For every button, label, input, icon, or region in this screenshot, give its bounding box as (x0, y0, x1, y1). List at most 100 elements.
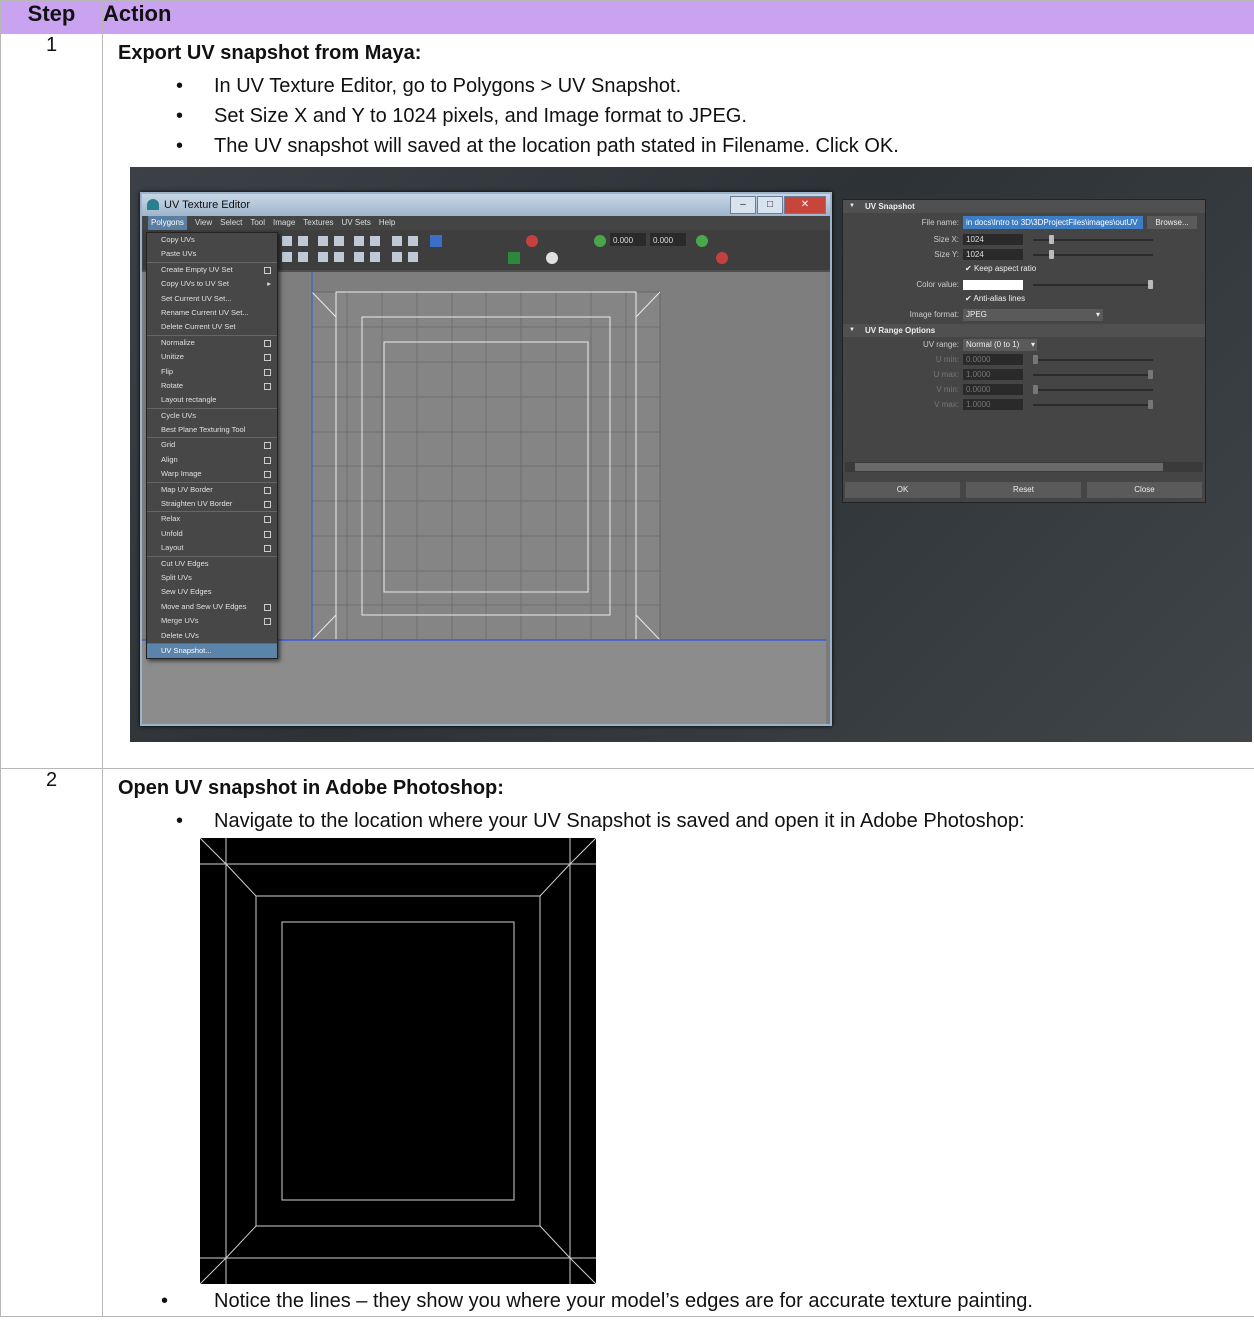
color-swatch[interactable] (963, 280, 1023, 290)
menu-uv-sets[interactable]: UV Sets (342, 216, 371, 230)
list-item: Notice the lines – they show you where y… (103, 1286, 1254, 1316)
option-box-icon[interactable] (264, 368, 271, 376)
menu-item[interactable]: Split UVs (147, 571, 277, 585)
option-box-icon[interactable] (264, 354, 271, 362)
option-box-icon[interactable] (264, 501, 271, 509)
header-action: Action (102, 0, 1254, 34)
polygons-menu: Copy UVs Paste UVs Create Empty UV Set Copy… (146, 232, 278, 660)
menu-item[interactable]: Unitize (147, 350, 277, 364)
menu-item[interactable]: UV Snapshot... (147, 642, 277, 659)
step-title: Export UV snapshot from Maya: (118, 42, 422, 64)
browse-button[interactable]: Browse... (1147, 216, 1197, 229)
menu-item[interactable]: Delete UVs (147, 629, 277, 643)
chevron-down-icon: ▾ (1030, 340, 1035, 349)
menu-item[interactable]: Align (147, 453, 277, 467)
horizontal-scrollbar[interactable] (845, 462, 1203, 472)
menu-item[interactable]: Set Current UV Set... (147, 292, 277, 306)
image-format-dropdown[interactable]: JPEG ▾ (963, 309, 1103, 321)
maximize-button[interactable]: □ (757, 196, 783, 214)
section-uv-range-options[interactable]: UV Range Options (843, 324, 1205, 337)
option-box-icon[interactable] (264, 530, 271, 538)
uv-range-dropdown[interactable]: Normal (0 to 1) ▾ (963, 339, 1037, 351)
menu-item[interactable]: Normalize (147, 334, 277, 350)
menu-item[interactable]: Map UV Border (147, 481, 277, 497)
menu-item[interactable]: Move and Sew UV Edges (147, 600, 277, 614)
menu-item-label: Split UVs (161, 572, 192, 582)
section-uv-snapshot[interactable]: UV Snapshot (843, 200, 1205, 213)
menu-item-label: Delete Current UV Set (161, 322, 236, 332)
size-x-field[interactable]: 1024 (963, 234, 1023, 245)
menu-item[interactable]: Warp Image (147, 467, 277, 481)
menu-help[interactable]: Help (379, 216, 395, 230)
menu-item[interactable]: Copy UVs to UV Set ▸ (147, 277, 277, 291)
option-box-icon[interactable] (264, 516, 271, 524)
menu-item[interactable]: Sew UV Edges (147, 585, 277, 599)
reset-button[interactable]: Reset (966, 482, 1081, 498)
option-box-icon[interactable] (264, 442, 271, 450)
menu-item[interactable]: Unfold (147, 527, 277, 541)
u-max-slider (1033, 370, 1153, 379)
menu-item[interactable]: Straighten UV Border (147, 497, 277, 511)
anti-alias-checkbox[interactable]: ✔ Anti-alias lines (965, 294, 1025, 303)
menu-item[interactable]: Layout (147, 541, 277, 555)
scrollbar-thumb[interactable] (855, 463, 1163, 471)
table-row: 1 Export UV snapshot from Maya: In UV Te… (0, 33, 1254, 769)
menu-item[interactable]: Grid (147, 437, 277, 452)
menu-item[interactable]: Delete Current UV Set (147, 320, 277, 334)
menu-select[interactable]: Select (220, 216, 242, 230)
size-y-slider[interactable] (1033, 250, 1153, 259)
menu-item-label: Straighten UV Border (161, 499, 233, 509)
steps-table: Step Action 1 Export UV snapshot from Ma… (0, 0, 1254, 1317)
toolbar-value-1[interactable]: 0.000 (613, 236, 634, 245)
option-box-icon[interactable] (264, 545, 271, 553)
menu-item[interactable]: Cut UV Edges (147, 555, 277, 571)
menu-item[interactable]: Flip (147, 365, 277, 379)
toolbar-value-2[interactable]: 0.000 (653, 236, 674, 245)
menu-view[interactable]: View (195, 216, 212, 230)
menu-item[interactable]: Create Empty UV Set (147, 261, 277, 277)
uv-snapshot-image (199, 837, 597, 1285)
menu-item-label: Layout (161, 543, 184, 553)
menu-polygons[interactable]: Polygons (148, 216, 187, 230)
option-box-icon[interactable] (264, 382, 271, 390)
window-titlebar: UV Texture Editor – □ ✕ (142, 194, 830, 216)
menu-item[interactable]: Relax (147, 511, 277, 526)
size-y-label: Size Y: (934, 250, 959, 259)
minimize-button[interactable]: – (730, 196, 756, 214)
menu-item-label: Set Current UV Set... (161, 293, 232, 303)
menu-item[interactable]: Paste UVs (147, 247, 277, 261)
menu-textures[interactable]: Textures (303, 216, 333, 230)
menu-item[interactable]: Copy UVs (147, 233, 277, 247)
uv-range-label: UV range: (922, 340, 959, 349)
close-button[interactable]: Close (1087, 482, 1202, 498)
menu-item-label: Unitize (161, 352, 184, 362)
menu-tool[interactable]: Tool (250, 216, 265, 230)
menu-image[interactable]: Image (273, 216, 295, 230)
option-box-icon[interactable] (264, 471, 271, 479)
menu-item[interactable]: Cycle UVs (147, 407, 277, 423)
menu-item[interactable]: Rename Current UV Set... (147, 306, 277, 320)
menu-item-label: Create Empty UV Set (161, 264, 233, 274)
size-x-slider[interactable] (1033, 235, 1153, 244)
color-value-slider[interactable] (1033, 280, 1153, 289)
option-box-icon[interactable] (264, 618, 271, 626)
option-box-icon[interactable] (264, 486, 271, 494)
v-max-field: 1.0000 (963, 399, 1023, 410)
menu-item[interactable]: Rotate (147, 379, 277, 393)
size-y-field[interactable]: 1024 (963, 249, 1023, 260)
menu-item[interactable]: Layout rectangle (147, 393, 277, 407)
menu-item-label: Normalize (161, 337, 195, 347)
menu-item[interactable]: Merge UVs (147, 614, 277, 628)
menu-item-label: Relax (161, 514, 181, 524)
menu-item[interactable]: Best Plane Texturing Tool (147, 423, 277, 437)
option-box-icon[interactable] (264, 339, 271, 347)
image-format-label: Image format: (909, 310, 959, 319)
close-window-button[interactable]: ✕ (784, 196, 826, 214)
option-box-icon[interactable] (264, 456, 271, 464)
option-box-icon[interactable] (264, 266, 271, 274)
uv-wireframe (199, 837, 597, 1285)
ok-button[interactable]: OK (845, 482, 960, 498)
option-box-icon[interactable] (264, 603, 271, 611)
file-name-field[interactable]: in docs\Intro to 3D\3DProjectFiles\image… (963, 216, 1143, 229)
keep-aspect-checkbox[interactable]: ✔ Keep aspect ratio (965, 264, 1036, 273)
